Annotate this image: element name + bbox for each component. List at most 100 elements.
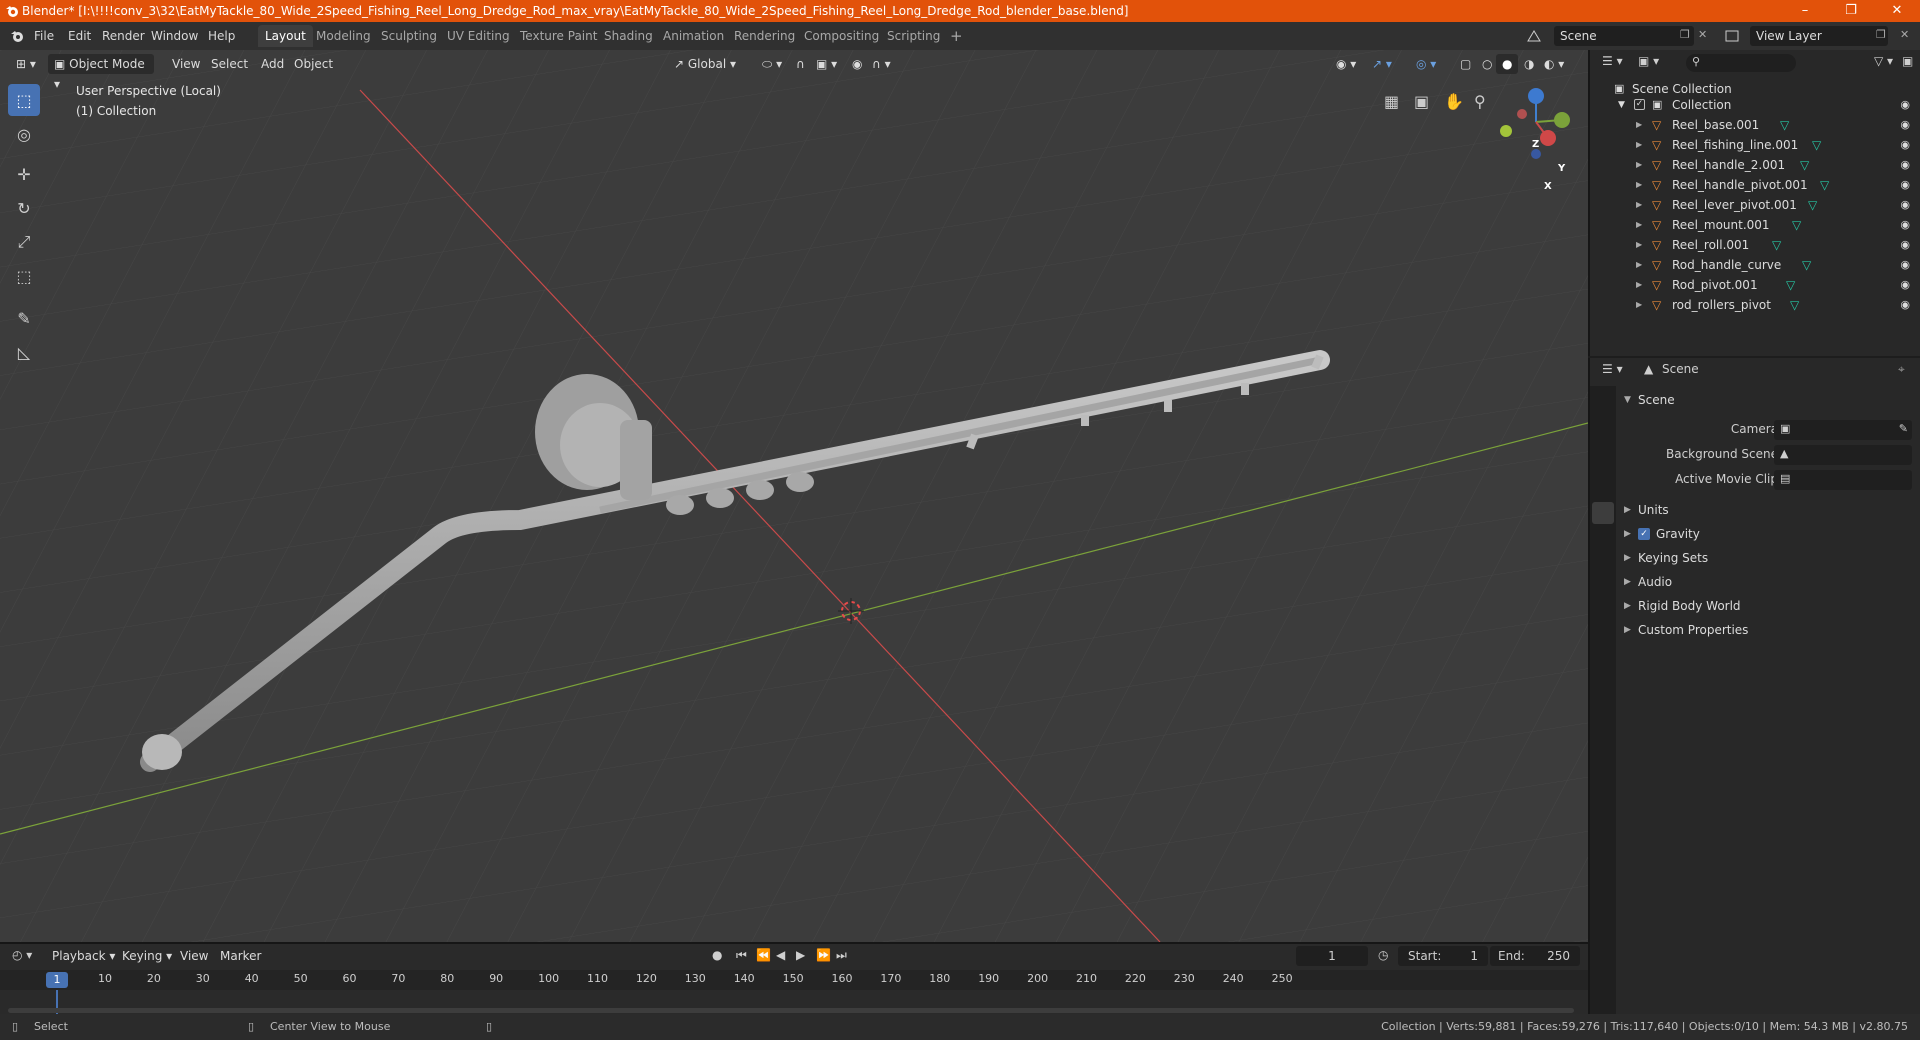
eye-icon[interactable]: ◉ bbox=[1900, 295, 1910, 315]
camera-view-icon[interactable]: ▣ bbox=[1414, 92, 1429, 111]
tab-modeling[interactable]: Modeling bbox=[309, 25, 378, 47]
outliner-display-mode-icon[interactable]: ▣ ▾ bbox=[1638, 54, 1659, 68]
tab-rendering[interactable]: Rendering bbox=[727, 25, 802, 47]
outliner-item[interactable]: ▶ ▽ Rod_pivot.001 ▽ ◉ bbox=[1590, 275, 1920, 295]
pivot-point-icon[interactable]: ⬭ ▾ bbox=[756, 54, 788, 74]
outliner-item[interactable]: ▶ ▽ Reel_handle_pivot.001 ▽ ◉ bbox=[1590, 175, 1920, 195]
scene-name-field[interactable]: Scene bbox=[1554, 26, 1694, 46]
tab-sculpting[interactable]: Sculpting bbox=[374, 25, 444, 47]
timeline-editor-type-icon[interactable]: ◴ ▾ bbox=[12, 948, 32, 962]
keying-sets-section[interactable]: ▶ Keying Sets bbox=[1616, 546, 1920, 570]
scene-panel-header[interactable]: ▼ Scene bbox=[1616, 388, 1920, 412]
play-icon[interactable]: ▶ bbox=[796, 948, 805, 962]
scene-selector-icon[interactable] bbox=[1526, 29, 1542, 43]
expand-arrow-icon[interactable]: ▶ bbox=[1636, 135, 1642, 155]
outliner-search-input[interactable]: ⚲ bbox=[1686, 54, 1796, 72]
move-tool[interactable]: ✛ bbox=[8, 158, 40, 190]
scale-tool[interactable]: ⤢ bbox=[8, 226, 40, 258]
menu-edit[interactable]: Edit bbox=[68, 22, 91, 50]
gravity-section[interactable]: ▶ ✓ Gravity bbox=[1616, 522, 1920, 546]
measure-tool[interactable]: ◺ bbox=[8, 336, 40, 368]
scene-tab-icon[interactable] bbox=[1592, 502, 1614, 524]
eye-icon[interactable]: ◉ bbox=[1900, 175, 1910, 195]
menu-file[interactable]: File bbox=[34, 22, 54, 50]
render-tab-icon[interactable] bbox=[1592, 418, 1614, 440]
outliner-editor-type-icon[interactable]: ☰ ▾ bbox=[1602, 54, 1623, 68]
gizmo-toggle-icon[interactable]: ↗ ▾ bbox=[1366, 54, 1398, 74]
eye-icon[interactable]: ◉ bbox=[1900, 195, 1910, 215]
view-layer-field[interactable]: View Layer bbox=[1750, 26, 1888, 46]
next-keyframe-icon[interactable]: ⏩ bbox=[816, 948, 831, 962]
tab-texture-paint[interactable]: Texture Paint bbox=[513, 25, 604, 47]
mesh-data-icon[interactable]: ▽ bbox=[1802, 255, 1811, 275]
eye-icon[interactable]: ◉ bbox=[1900, 95, 1910, 115]
viewport-menu-view[interactable]: View bbox=[166, 54, 206, 74]
close-icon[interactable]: ✕ bbox=[1874, 0, 1920, 22]
outliner-collection[interactable]: ▼ ✓ ▣ Collection ◉ bbox=[1590, 95, 1920, 115]
expand-arrow-icon[interactable]: ▶ bbox=[1636, 235, 1642, 255]
jump-start-icon[interactable]: ⏮ bbox=[736, 948, 747, 963]
tab-shading[interactable]: Shading bbox=[597, 25, 660, 47]
mesh-data-icon[interactable]: ▽ bbox=[1792, 215, 1801, 235]
minimize-icon[interactable]: – bbox=[1782, 0, 1828, 22]
background-scene-field[interactable]: ▲ bbox=[1774, 445, 1912, 465]
end-frame-field[interactable]: End: 250 bbox=[1490, 946, 1580, 966]
mesh-data-icon[interactable]: ▽ bbox=[1812, 135, 1821, 155]
view-layer-new-icon[interactable]: ❐ bbox=[1876, 28, 1886, 41]
eye-icon[interactable]: ◉ bbox=[1900, 235, 1910, 255]
expand-arrow-icon[interactable]: ▶ bbox=[1636, 295, 1642, 315]
audio-section[interactable]: ▶ Audio bbox=[1616, 570, 1920, 594]
tab-uv-editing[interactable]: UV Editing bbox=[440, 25, 517, 47]
transform-tool[interactable]: ⬚ bbox=[8, 260, 40, 292]
annotate-tool[interactable]: ✎ bbox=[8, 302, 40, 334]
collection-checkbox[interactable]: ✓ bbox=[1634, 99, 1645, 110]
overlay-toggle-icon[interactable]: ◎ ▾ bbox=[1410, 54, 1442, 74]
select-box-tool[interactable]: ⬚ bbox=[8, 84, 40, 116]
units-section[interactable]: ▶ Units bbox=[1616, 498, 1920, 522]
mesh-data-icon[interactable]: ▽ bbox=[1790, 295, 1799, 315]
expand-arrow-icon[interactable]: ▶ bbox=[1636, 215, 1642, 235]
eye-icon[interactable]: ◉ bbox=[1900, 275, 1910, 295]
timeline-menu-keying[interactable]: Keying ▾ bbox=[116, 946, 178, 966]
properties-editor-type-icon[interactable]: ☰ ▾ bbox=[1602, 362, 1623, 376]
editor-type-icon[interactable]: ⊞ ▾ bbox=[10, 54, 42, 74]
viewport-menu-add[interactable]: Add bbox=[255, 54, 290, 74]
mesh-data-icon[interactable]: ▽ bbox=[1800, 155, 1809, 175]
play-reverse-icon[interactable]: ◀ bbox=[776, 948, 785, 962]
filter-icon[interactable]: ▽ ▾ bbox=[1874, 54, 1893, 68]
camera-field[interactable]: ▣ ✎ bbox=[1774, 420, 1912, 440]
3d-viewport[interactable]: Z Y X ▦ ▣ ✋ ⚲ User Perspective (Local) (… bbox=[0, 50, 1588, 942]
outliner-item[interactable]: ▶ ▽ Reel_roll.001 ▽ ◉ bbox=[1590, 235, 1920, 255]
add-workspace-icon[interactable]: + bbox=[943, 25, 970, 47]
outliner-item[interactable]: ▶ ▽ Reel_lever_pivot.001 ▽ ◉ bbox=[1590, 195, 1920, 215]
expand-arrow-icon[interactable]: ▶ bbox=[1636, 115, 1642, 135]
view-layer-icon[interactable] bbox=[1724, 29, 1740, 43]
pin-icon[interactable]: ⌖ bbox=[1898, 362, 1905, 377]
shading-solid-icon[interactable]: ● bbox=[1496, 54, 1519, 74]
eye-icon[interactable]: ◉ bbox=[1900, 215, 1910, 235]
eye-icon[interactable]: ◉ bbox=[1900, 155, 1910, 175]
expand-arrow-icon[interactable]: ▶ bbox=[1636, 195, 1642, 215]
clock-icon[interactable]: ◷ bbox=[1378, 948, 1388, 962]
maximize-icon[interactable]: ❐ bbox=[1828, 0, 1874, 22]
outliner-item[interactable]: ▶ ▽ Rod_handle_curve ▽ ◉ bbox=[1590, 255, 1920, 275]
custom-properties-section[interactable]: ▶ Custom Properties bbox=[1616, 618, 1920, 642]
viewport-menu-object[interactable]: Object bbox=[288, 54, 339, 74]
cursor-tool[interactable]: ◎ bbox=[8, 118, 40, 150]
scene-new-icon[interactable]: ❐ bbox=[1680, 28, 1690, 41]
eye-icon[interactable]: ◉ bbox=[1900, 115, 1910, 135]
outliner-item[interactable]: ▶ ▽ Reel_base.001 ▽ ◉ bbox=[1590, 115, 1920, 135]
timeline-menu-playback[interactable]: Playback ▾ bbox=[46, 946, 121, 966]
xray-icon[interactable]: ▢ bbox=[1454, 54, 1477, 74]
timeline-menu-view[interactable]: View bbox=[174, 946, 214, 966]
world-tab-icon[interactable] bbox=[1592, 530, 1614, 552]
eye-icon[interactable]: ◉ bbox=[1900, 255, 1910, 275]
playhead-frame-badge[interactable]: 1 bbox=[46, 972, 68, 988]
expand-arrow-icon[interactable]: ▶ bbox=[1636, 155, 1642, 175]
tab-compositing[interactable]: Compositing bbox=[797, 25, 886, 47]
falloff-icon[interactable]: ∩ ▾ bbox=[866, 54, 897, 74]
menu-window[interactable]: Window bbox=[151, 22, 198, 50]
expand-arrow-icon[interactable]: ▶ bbox=[1636, 175, 1642, 195]
menu-render[interactable]: Render bbox=[102, 22, 145, 50]
tab-animation[interactable]: Animation bbox=[656, 25, 731, 47]
